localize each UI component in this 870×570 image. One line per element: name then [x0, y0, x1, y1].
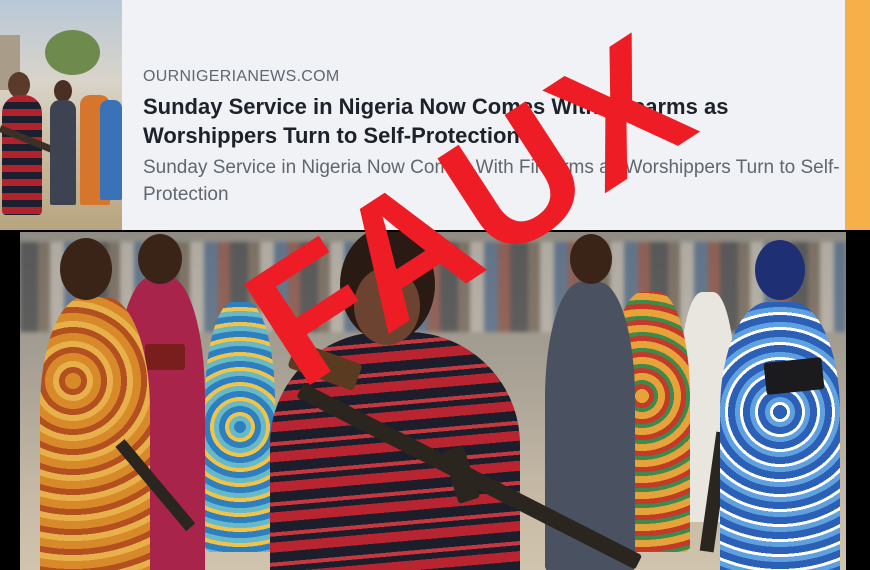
- woman-orange-print: [40, 297, 150, 570]
- preview-text: OURNIGERIANEWS.COM Sunday Service in Nig…: [143, 68, 845, 208]
- bible-book: [145, 344, 185, 370]
- preview-domain: OURNIGERIANEWS.COM: [143, 68, 340, 85]
- person-head: [60, 238, 112, 300]
- thumbnail-person: [100, 100, 122, 200]
- preview-title[interactable]: Sunday Service in Nigeria Now Comes With…: [143, 92, 845, 150]
- woman-blue-print: [205, 302, 275, 552]
- thumbnail-person-head: [54, 80, 72, 102]
- thumbnail-man-suit: [50, 100, 76, 205]
- preview-description: Sunday Service in Nigeria Now Comes With…: [143, 157, 840, 205]
- preview-thumbnail[interactable]: [0, 0, 122, 230]
- woman-blue-dress: [720, 302, 840, 570]
- thumbnail-armed-woman: [2, 95, 42, 215]
- accent-bar: [845, 0, 870, 230]
- person-head: [755, 240, 805, 300]
- woman-face: [354, 267, 420, 345]
- main-photo: [20, 232, 846, 570]
- link-preview-card[interactable]: OURNIGERIANEWS.COM Sunday Service in Nig…: [0, 0, 870, 230]
- person-head: [138, 234, 182, 284]
- person-head: [570, 234, 612, 284]
- thumbnail-tree: [45, 30, 100, 75]
- bible-book: [763, 357, 825, 395]
